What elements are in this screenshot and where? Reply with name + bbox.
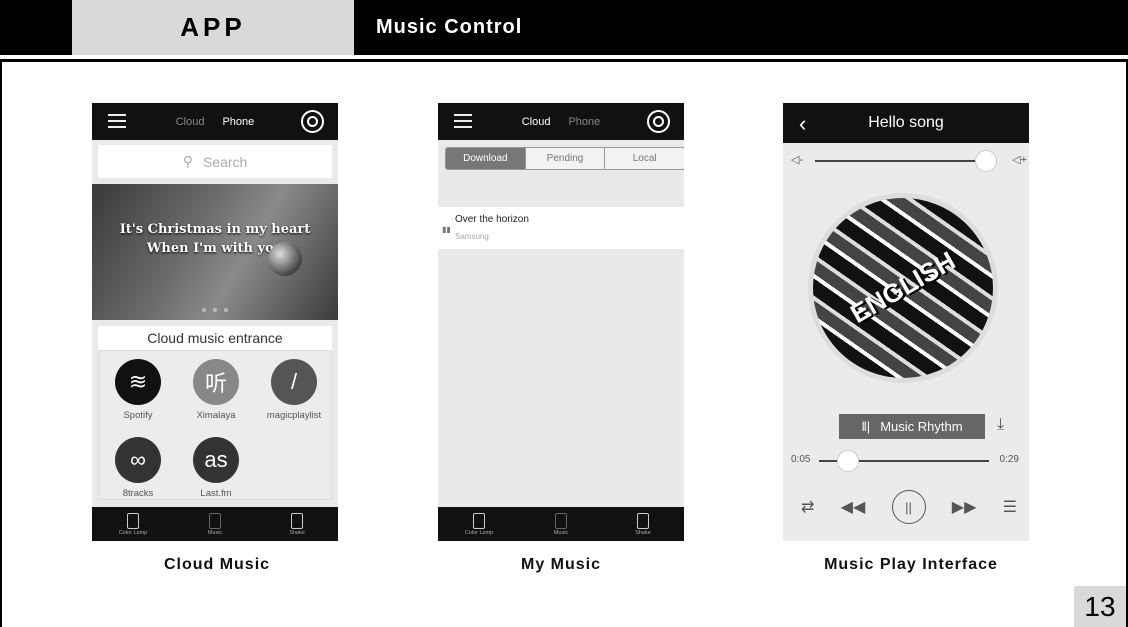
phone-my-music: Cloud Phone Download Pending Local ▮▮ Ov… — [438, 103, 684, 541]
fast-forward-icon[interactable]: ▶▶ — [952, 497, 977, 517]
shake-icon — [291, 512, 303, 529]
total-time: 0:29 — [999, 454, 1019, 465]
repeat-icon[interactable]: ⇄ — [801, 497, 814, 517]
magicplaylist-icon: / — [271, 359, 317, 405]
header-bar: APP Music Control — [0, 0, 1128, 55]
rewind-icon[interactable]: ◀◀ — [841, 497, 866, 517]
phone-top-bar: Cloud Phone — [438, 103, 684, 140]
progress-track — [819, 450, 989, 472]
bottom-nav: Color Lamp Music Shake — [92, 507, 338, 541]
tab-phone[interactable]: Phone — [568, 116, 600, 128]
phone-top-bar: Hello song ‹ — [783, 103, 1029, 143]
service-spotify[interactable]: ≋ Spotify — [99, 359, 177, 421]
tab-cloud[interactable]: Cloud — [176, 116, 205, 128]
playback-controls: ⇄ ◀◀ || ▶▶ ☰ — [791, 489, 1027, 525]
lamp-icon — [127, 512, 139, 529]
nav-shake[interactable]: Shake — [267, 512, 327, 536]
search-input[interactable]: ⚲ Search — [98, 145, 332, 178]
nav-music[interactable]: Music — [185, 512, 245, 536]
bottom-nav: Color Lamp Music Shake — [438, 507, 684, 541]
banner-text: It's Christmas in my heart When I'm with… — [92, 220, 338, 258]
lamp-icon — [473, 512, 485, 529]
cloud-music-entrance-title: Cloud music entrance — [98, 326, 332, 350]
nav-label: Color Lamp — [464, 529, 494, 536]
service-ximalaya[interactable]: 听 Ximalaya — [177, 359, 255, 421]
music-disc-icon[interactable] — [647, 110, 670, 133]
music-rhythm-button[interactable]: ‖| Music Rhythm — [839, 414, 985, 439]
service-label: Spotify — [123, 410, 153, 421]
nav-label: Color Lamp — [118, 529, 148, 536]
segment-local[interactable]: Local — [605, 148, 684, 169]
nav-label: Music — [207, 529, 223, 536]
section-title: Music Control — [376, 16, 523, 38]
track-row[interactable]: ▮▮ Over the horizon Samsung — [438, 207, 684, 249]
page-number: 13 — [1074, 586, 1126, 627]
nav-music[interactable]: Music — [531, 512, 591, 536]
service-label: 8tracks — [122, 488, 154, 499]
nav-shake[interactable]: Shake — [613, 512, 673, 536]
album-art: ENGLISH — [808, 193, 998, 383]
phone-music-play: Hello song ‹ ◁- ◁+ ENGLISH ‖| Music Rhyt… — [783, 103, 1029, 541]
volume-knob[interactable] — [975, 150, 997, 172]
search-placeholder: Search — [202, 153, 248, 170]
track-artist: Samsung — [455, 232, 489, 241]
caption-my-music: My Music — [520, 556, 601, 573]
nav-color-lamp[interactable]: Color Lamp — [103, 512, 163, 536]
album-art-text: ENGLISH — [845, 245, 961, 329]
caption-music-play: Music Play Interface — [824, 556, 998, 573]
back-chevron-icon[interactable]: ‹ — [799, 111, 806, 137]
track-title: Over the horizon — [455, 214, 529, 225]
music-disc-icon[interactable] — [301, 110, 324, 133]
nav-label: Shake — [635, 529, 651, 536]
pause-icon: || — [905, 499, 912, 515]
equalizer-icon: ‖| — [861, 419, 871, 434]
music-icon — [555, 512, 567, 529]
search-icon: ⚲ — [182, 153, 193, 169]
volume-down-icon: ◁- — [791, 154, 804, 166]
volume-track — [815, 150, 997, 172]
volume-slider[interactable]: ◁- ◁+ — [791, 150, 1027, 172]
service-magicplaylist[interactable]: / magicplaylist — [255, 359, 333, 421]
ximalaya-icon: 听 — [193, 359, 239, 405]
music-icon — [209, 512, 221, 529]
shake-icon — [637, 512, 649, 529]
pause-button[interactable]: || — [891, 490, 926, 524]
phone-cloud-music: Cloud Phone ⚲ Search It's Christmas in m… — [92, 103, 338, 541]
service-lastfm[interactable]: as Last.fm — [177, 437, 255, 499]
tab-phone[interactable]: Phone — [222, 116, 254, 128]
segment-pending[interactable]: Pending — [526, 148, 606, 169]
current-time: 0:05 — [791, 454, 811, 465]
music-rhythm-label: Music Rhythm — [880, 419, 963, 434]
carousel-dots — [92, 308, 338, 312]
phone-top-bar: Cloud Phone — [92, 103, 338, 140]
caption-cloud-music: Cloud Music — [163, 556, 271, 573]
tab-cloud[interactable]: Cloud — [522, 116, 551, 128]
progress-knob[interactable] — [836, 450, 859, 472]
banner-line-1: It's Christmas in my heart — [119, 222, 311, 237]
ornament-image — [268, 242, 302, 276]
app-label: APP — [72, 0, 354, 55]
nav-color-lamp[interactable]: Color Lamp — [449, 512, 509, 536]
song-title: Hello song — [868, 114, 944, 131]
8tracks-icon: ∞ — [115, 437, 161, 483]
progress-slider[interactable]: 0:05 0:29 — [791, 447, 1027, 472]
service-label: magicplaylist — [266, 410, 322, 421]
download-icon[interactable]: ⤓ — [997, 416, 1004, 434]
banner-carousel[interactable]: It's Christmas in my heart When I'm with… — [92, 184, 338, 320]
playlist-icon[interactable]: ☰ — [1003, 497, 1017, 517]
nav-label: Music — [553, 529, 569, 536]
service-label: Last.fm — [200, 488, 232, 499]
segment-download[interactable]: Download — [446, 148, 526, 169]
lastfm-icon: as — [193, 437, 239, 483]
equalizer-icon: ▮▮ — [442, 225, 451, 234]
service-label: Ximalaya — [196, 410, 236, 421]
service-grid: ≋ Spotify 听 Ximalaya / magicplaylist ∞ 8… — [98, 350, 332, 500]
nav-label: Shake — [289, 529, 305, 536]
service-8tracks[interactable]: ∞ 8tracks — [99, 437, 177, 499]
volume-up-icon: ◁+ — [1012, 154, 1027, 166]
download-segment-control: Download Pending Local — [445, 147, 684, 170]
spotify-icon: ≋ — [115, 359, 161, 405]
